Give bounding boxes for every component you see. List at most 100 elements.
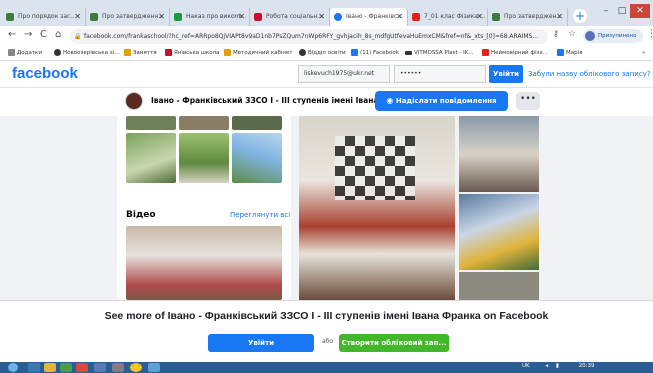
close-tab-icon[interactable]: ✕ bbox=[318, 8, 325, 26]
tab-4[interactable]: Робота соціальн... ✕ bbox=[250, 8, 330, 26]
facebook-header: facebook liskevuch1975@ukr.net •••••• Ув… bbox=[0, 61, 653, 88]
password-field[interactable]: •••••• bbox=[394, 65, 486, 83]
bookmark-1[interactable]: Новоозерівська зі... bbox=[54, 48, 119, 58]
tab-7[interactable]: Про затверджен... ✕ bbox=[488, 8, 568, 26]
page-avatar[interactable] bbox=[125, 92, 143, 110]
messenger-icon: ◉ bbox=[386, 96, 394, 105]
tab-6[interactable]: 7_01 клас Фізика ... ✕ bbox=[408, 8, 488, 26]
back-icon[interactable]: ← bbox=[8, 29, 16, 40]
post-photo[interactable] bbox=[299, 116, 455, 300]
system-tray: UK ◂ ▮ 20:39 bbox=[522, 363, 595, 369]
bookmarks-more-icon[interactable]: » bbox=[642, 48, 645, 58]
bookmark-icon bbox=[54, 49, 61, 56]
menu-icon[interactable]: ⋮ bbox=[647, 29, 653, 39]
more-options-button[interactable]: ••• bbox=[516, 92, 540, 110]
bookmark-8[interactable]: Неймовірний фізх... bbox=[482, 48, 548, 58]
photo-thumbnail[interactable] bbox=[126, 133, 176, 183]
taskbar-app-icon[interactable] bbox=[112, 363, 124, 372]
star-icon[interactable]: ☆ bbox=[568, 29, 576, 39]
bookmark-4[interactable]: Методичний кабінет bbox=[224, 48, 293, 58]
tab-1[interactable]: Про порядок заr... ✕ bbox=[2, 8, 86, 26]
forward-icon[interactable]: → bbox=[24, 29, 32, 40]
forgot-account-link[interactable]: Забули назву облікового запису? bbox=[528, 70, 651, 78]
facebook-icon bbox=[557, 49, 564, 56]
bookmark-icon bbox=[299, 49, 306, 56]
send-message-button[interactable]: ◉ Надіслати повідомлення bbox=[375, 91, 508, 111]
photo-thumbnail[interactable] bbox=[179, 116, 229, 130]
create-account-button[interactable]: Створити обліковий зап... bbox=[339, 334, 449, 352]
taskbar-app-icon[interactable] bbox=[76, 363, 88, 372]
photo-thumbnail[interactable] bbox=[126, 116, 176, 130]
bookmark-2[interactable]: Заняття bbox=[124, 48, 157, 58]
drive-icon bbox=[6, 13, 14, 21]
new-tab-button[interactable]: + bbox=[573, 9, 587, 23]
photo-thumbnail[interactable] bbox=[232, 116, 282, 130]
post-photo[interactable] bbox=[459, 194, 539, 270]
youtube-icon bbox=[412, 13, 420, 21]
bookmark-icon bbox=[405, 51, 412, 55]
overlay-login-button[interactable]: Увійти bbox=[208, 334, 314, 352]
close-tab-icon[interactable]: ✕ bbox=[396, 8, 403, 26]
email-field[interactable]: liskevuch1975@ukr.net bbox=[298, 65, 390, 83]
bookmarks-bar: Додатки Новоозерівська зі... Заняття Яні… bbox=[0, 46, 653, 61]
drive-icon bbox=[492, 13, 500, 21]
close-tab-icon[interactable]: ✕ bbox=[158, 8, 165, 26]
clock[interactable]: 20:39 bbox=[579, 363, 595, 369]
bookmark-5[interactable]: Відділ освіти bbox=[299, 48, 346, 58]
login-button[interactable]: Увійти bbox=[489, 65, 523, 83]
taskbar-app-icon[interactable] bbox=[148, 363, 160, 372]
tab-3[interactable]: Наказ про викоm... ✕ bbox=[170, 8, 250, 26]
facebook-logo[interactable]: facebook bbox=[12, 65, 78, 82]
bookmark-6[interactable]: (11) Facebook bbox=[351, 48, 399, 58]
windows-taskbar: UK ◂ ▮ 20:39 bbox=[0, 362, 653, 373]
reload-icon[interactable]: C bbox=[40, 29, 47, 40]
home-icon[interactable]: ⌂ bbox=[55, 29, 61, 40]
close-tab-icon[interactable]: ✕ bbox=[74, 8, 81, 26]
tab-5-active[interactable]: Івано - Франківс... ✕ bbox=[330, 8, 408, 26]
folder-icon bbox=[224, 49, 231, 56]
taskbar-app-icon[interactable] bbox=[94, 363, 106, 372]
chessboard-decoration bbox=[335, 136, 415, 200]
close-tab-icon[interactable]: ✕ bbox=[476, 8, 483, 26]
lock-icon: 🔒 bbox=[74, 33, 82, 40]
bookmark-9[interactable]: Марія bbox=[557, 48, 582, 58]
bookmark-3[interactable]: Янівська школа bbox=[165, 48, 220, 58]
browser-tab-bar: Про порядок заr... ✕ Про затвердженн... ✕ … bbox=[0, 0, 653, 26]
bookmark-apps[interactable]: Додатки bbox=[8, 48, 42, 58]
post-photo[interactable] bbox=[459, 272, 539, 300]
minimize-button[interactable]: – bbox=[598, 4, 614, 18]
folder-icon[interactable] bbox=[44, 363, 56, 372]
apps-icon bbox=[8, 49, 15, 56]
start-icon[interactable] bbox=[8, 363, 18, 372]
profile-chip[interactable]: Призупинено bbox=[583, 29, 643, 43]
close-tab-icon[interactable]: ✕ bbox=[238, 8, 245, 26]
tab-2[interactable]: Про затвердженн... ✕ bbox=[86, 8, 170, 26]
photo-thumbnail[interactable] bbox=[232, 133, 282, 183]
videos-section-title: Відео bbox=[126, 210, 156, 220]
avatar-icon bbox=[585, 31, 595, 41]
taskbar-app-icon[interactable] bbox=[60, 363, 72, 372]
bookmark-icon bbox=[165, 49, 172, 56]
maximize-button[interactable]: □ bbox=[614, 4, 630, 18]
url-field[interactable]: 🔒 facebook.com/frankaschool/?hc_ref=ARRp… bbox=[70, 29, 548, 44]
network-icon[interactable]: ▮ bbox=[556, 363, 559, 369]
language-indicator[interactable]: UK bbox=[522, 363, 530, 369]
key-icon[interactable]: ⚷ bbox=[553, 29, 559, 38]
chrome-icon[interactable] bbox=[130, 363, 142, 372]
sheets-icon bbox=[174, 13, 182, 21]
close-window-button[interactable]: ✕ bbox=[630, 4, 650, 18]
taskbar-app-icon[interactable] bbox=[28, 363, 40, 372]
volume-icon[interactable]: ◂ bbox=[545, 363, 548, 369]
drive-icon bbox=[90, 13, 98, 21]
bookmark-7[interactable]: VITMOSSA Plast - IK... bbox=[405, 48, 474, 58]
page-title[interactable]: Івано - Франківський ЗЗСО I - III ступен… bbox=[151, 96, 390, 105]
facebook-icon bbox=[351, 49, 358, 56]
close-tab-icon[interactable]: ✕ bbox=[556, 8, 563, 26]
page-header: Івано - Франківський ЗЗСО I - III ступен… bbox=[0, 88, 653, 116]
see-all-videos-link[interactable]: Переглянути всі bbox=[230, 211, 290, 219]
photo-thumbnail[interactable] bbox=[179, 133, 229, 183]
login-overlay: See more of Івано - Франківський ЗЗСО I … bbox=[0, 300, 653, 362]
video-thumbnail[interactable] bbox=[126, 226, 282, 300]
address-bar-row: ← → C ⌂ 🔒 facebook.com/frankaschool/?hc_… bbox=[0, 26, 653, 46]
post-photo[interactable] bbox=[459, 116, 539, 192]
